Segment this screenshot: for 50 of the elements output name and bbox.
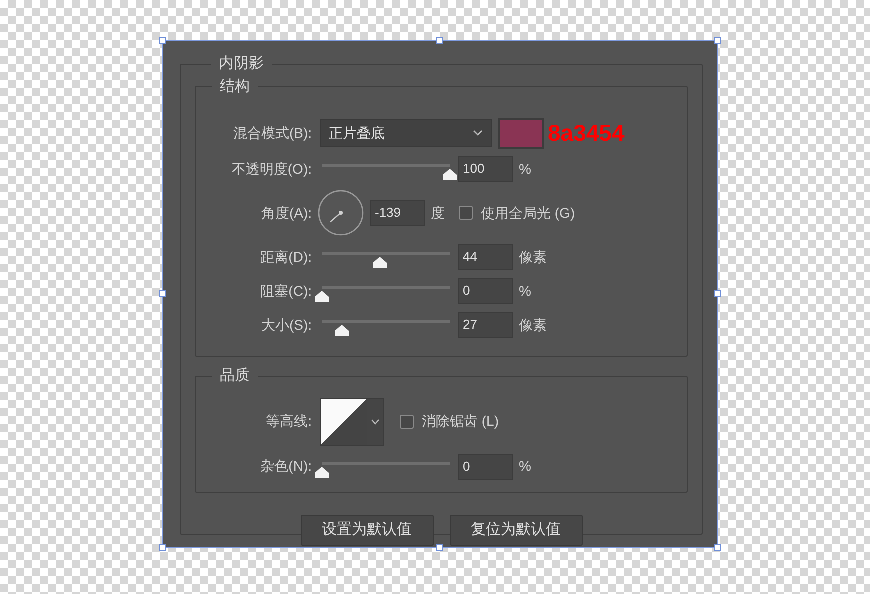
unit-label: 像素 — [519, 248, 547, 266]
blend-mode-dropdown[interactable]: 正片叠底 — [320, 119, 492, 147]
field-label: 不透明度(O): — [230, 160, 313, 179]
slider-thumb[interactable] — [443, 169, 457, 180]
field-label: 角度(A): — [260, 204, 313, 223]
dialog-button[interactable]: 复位为默认值 — [450, 514, 582, 546]
number-field[interactable]: 0 — [458, 454, 513, 480]
group-title: 结构 — [219, 76, 251, 96]
selection-handle[interactable] — [436, 544, 443, 551]
contour-curve-icon — [321, 398, 367, 444]
selection-handle[interactable] — [159, 37, 166, 44]
unit-label: % — [519, 457, 532, 476]
unit-label: 度 — [431, 204, 445, 222]
selection-handle[interactable] — [714, 544, 721, 551]
angle-dial[interactable] — [318, 190, 364, 236]
number-field[interactable]: 0 — [458, 278, 513, 304]
contour-picker[interactable] — [320, 398, 384, 446]
field-label: 等高线: — [265, 412, 313, 431]
field-label: 距离(D): — [260, 248, 313, 267]
field-label: 阻塞(C): — [260, 282, 313, 301]
chevron-down-icon — [370, 418, 380, 424]
group-title: 品质 — [219, 366, 251, 386]
field-label: 混合模式(B): — [232, 124, 313, 143]
selection-handle[interactable] — [436, 37, 443, 44]
number-field[interactable]: -139 — [370, 200, 425, 226]
selection-handle[interactable] — [159, 290, 166, 297]
slider-thumb[interactable] — [315, 466, 329, 478]
checkbox-label[interactable]: 消除锯齿 (L) — [422, 411, 499, 432]
color-swatch[interactable] — [498, 118, 544, 148]
selection-handle[interactable] — [714, 37, 721, 44]
slider-thumb[interactable] — [335, 325, 350, 336]
unit-label: % — [519, 160, 532, 178]
number-field[interactable]: 100 — [458, 156, 513, 182]
group-title: 内阴影 — [218, 54, 265, 74]
number-field[interactable]: 27 — [458, 312, 513, 338]
selection-handle[interactable] — [159, 544, 166, 551]
checkbox[interactable] — [400, 414, 414, 428]
chevron-down-icon — [473, 130, 483, 136]
checkbox[interactable] — [459, 206, 473, 220]
color-annotation: 8a3454 — [548, 118, 625, 148]
unit-label: % — [519, 282, 532, 300]
unit-label: 像素 — [519, 316, 547, 334]
number-field[interactable]: 44 — [458, 244, 513, 270]
selection-handle[interactable] — [714, 290, 721, 297]
checkbox-label[interactable]: 使用全局光 (G) — [481, 202, 576, 224]
slider-thumb[interactable] — [372, 257, 387, 268]
field-label: 杂色(N): — [260, 457, 313, 476]
field-label: 大小(S): — [260, 316, 313, 335]
dialog-button[interactable]: 设置为默认值 — [300, 514, 434, 546]
slider-thumb[interactable] — [315, 291, 329, 302]
